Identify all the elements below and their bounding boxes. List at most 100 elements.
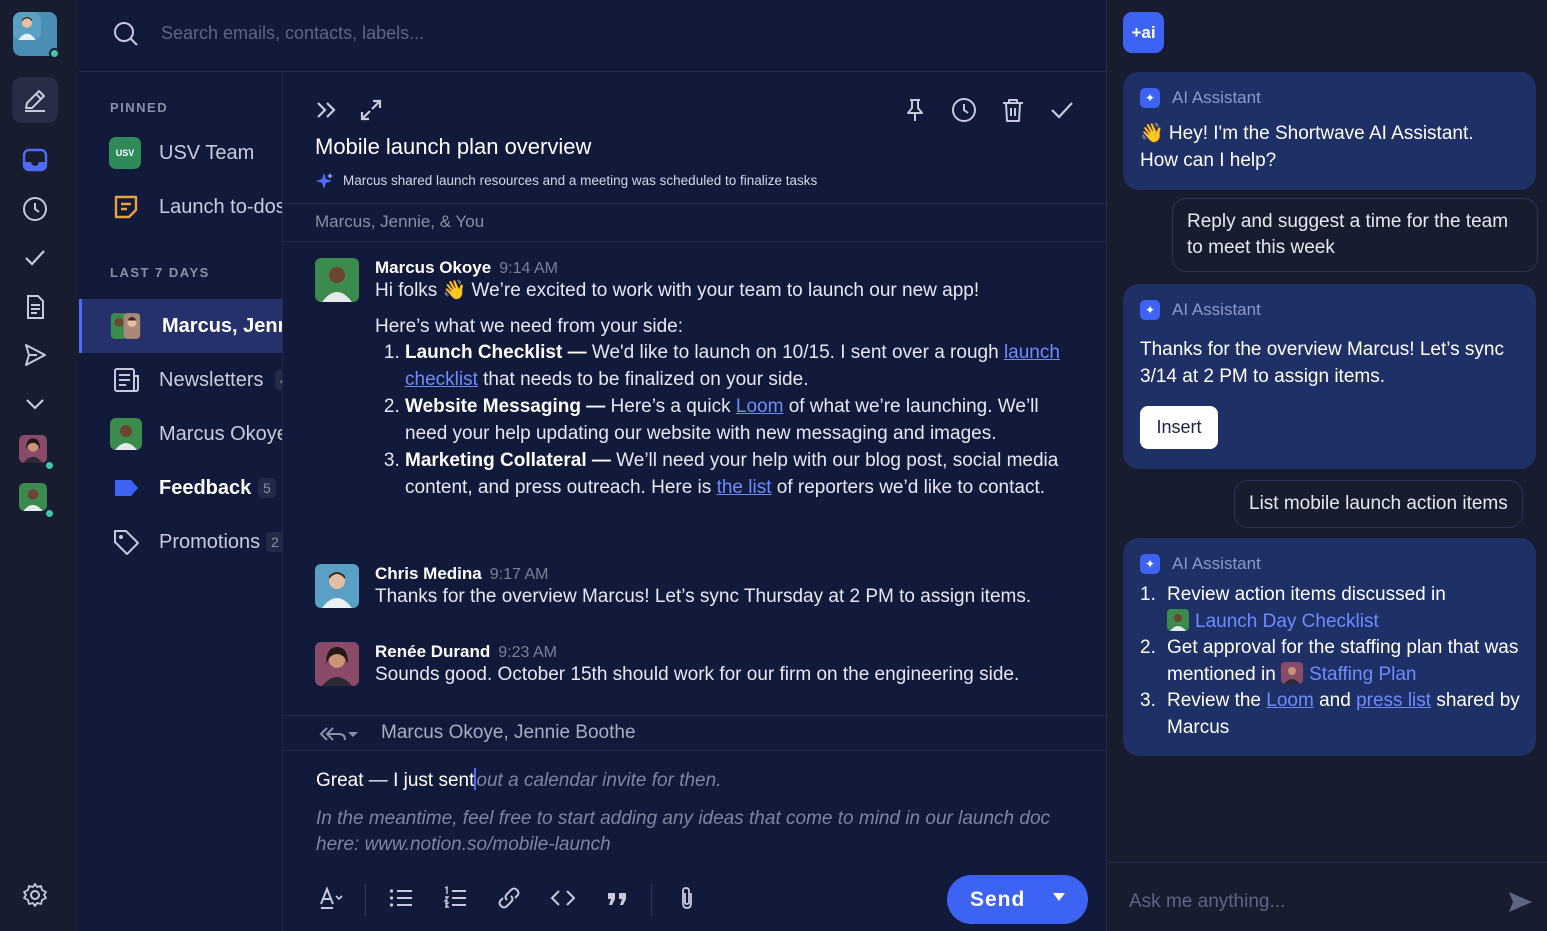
- send-arrow-icon[interactable]: [1505, 887, 1535, 917]
- sidebar-item-feedback[interactable]: Feedback 5: [79, 461, 282, 515]
- sidebar-item-newsletters[interactable]: Newsletters 4: [79, 353, 282, 407]
- send-options-icon[interactable]: [1053, 893, 1065, 901]
- numbered-list-icon: [443, 885, 466, 908]
- press-list-link[interactable]: press list: [1356, 690, 1431, 711]
- mark-done-icon[interactable]: [1048, 96, 1076, 124]
- collapse-icon[interactable]: [313, 96, 341, 124]
- item-title: Marketing Collateral —: [405, 450, 611, 471]
- list-item: 2. Get approval for the staffing plan th…: [1140, 635, 1520, 688]
- list-item: 1. Review action items discussed in Laun…: [1140, 582, 1520, 635]
- item-text: that needs to be finalized on your side.: [483, 368, 809, 390]
- sidebar-item-label: Marcus, Jennie: [162, 314, 282, 337]
- snooze-clock-icon[interactable]: [950, 96, 978, 124]
- thread-avatar: [1281, 661, 1304, 684]
- item-text: We'd like to launch on 10/15. I sent ove…: [591, 342, 999, 363]
- sender-name: Chris Medina: [375, 564, 482, 583]
- ai-sparkle-icon: ✦: [1140, 554, 1160, 574]
- inbox-nav[interactable]: [12, 137, 58, 183]
- code-icon: [550, 890, 576, 906]
- contact-avatar-marcus[interactable]: [19, 483, 55, 519]
- compose-button[interactable]: [12, 77, 58, 123]
- loom-link[interactable]: Loom: [1266, 690, 1314, 711]
- code-button[interactable]: [545, 880, 581, 916]
- divider: [283, 203, 1106, 204]
- sidebar-item-label: Newsletters: [159, 368, 264, 391]
- clock-icon: [23, 197, 47, 221]
- sent-nav[interactable]: [12, 332, 58, 378]
- message-greeting: Hi folks 👋 We’re excited to work with yo…: [375, 280, 980, 301]
- ai-assistant-panel: +ai ✦ AI Assistant 👋 Hey! I'm the Shortwa…: [1106, 0, 1547, 931]
- item-text: of reporters we’d like to contact.: [776, 476, 1046, 498]
- avatar: [315, 642, 359, 686]
- snoozed-nav[interactable]: [12, 186, 58, 232]
- pin-icon[interactable]: [901, 96, 929, 124]
- assistant-name: AI Assistant: [1172, 300, 1261, 319]
- contact-avatar-renee[interactable]: [19, 435, 55, 471]
- more-nav[interactable]: [12, 381, 58, 427]
- quote-button[interactable]: [599, 880, 635, 916]
- avatar-image: [19, 483, 47, 511]
- sparkle-icon: [316, 173, 333, 189]
- presence-dot: [49, 48, 60, 59]
- typed-text: Great — I just sent: [316, 770, 475, 791]
- toolbar-divider: [651, 884, 652, 916]
- item-title: Website Messaging —: [405, 396, 606, 417]
- sender-name: Renée Durand: [375, 642, 491, 661]
- sidebar-item-promotions[interactable]: Promotions 2: [79, 515, 282, 569]
- text-style-button[interactable]: [313, 880, 349, 916]
- tag-icon: [109, 526, 142, 559]
- staffing-plan-link[interactable]: Staffing Plan: [1309, 664, 1416, 685]
- numbered-list-button[interactable]: [437, 880, 473, 916]
- loom-link[interactable]: Loom: [736, 396, 784, 417]
- pencil-icon: [25, 90, 45, 112]
- launch-day-checklist-link[interactable]: Launch Day Checklist: [1195, 611, 1379, 632]
- done-nav[interactable]: [12, 235, 58, 281]
- expand-icon[interactable]: [357, 96, 385, 124]
- send-button[interactable]: Send: [947, 875, 1088, 924]
- insert-button[interactable]: Insert: [1140, 406, 1218, 449]
- ask-input[interactable]: [1129, 887, 1489, 917]
- link-button[interactable]: [491, 880, 527, 916]
- usv-team-avatar: USV: [109, 137, 141, 169]
- item-text: and: [1319, 690, 1351, 711]
- thread-view: Mobile launch plan overview Marcus share…: [283, 72, 1106, 931]
- trash-icon[interactable]: [999, 96, 1027, 124]
- settings-button[interactable]: [12, 872, 58, 918]
- message-intro: Here’s what we need from your side:: [375, 316, 684, 337]
- reply-recipients-bar[interactable]: Marcus Okoye, Jennie Boothe: [283, 715, 1106, 751]
- sidebar-item-launch-todos[interactable]: Launch to-dos: [79, 180, 282, 234]
- sidebar-item-marcus-okoye[interactable]: Marcus Okoye: [79, 407, 283, 461]
- reply-all-icon[interactable]: [317, 722, 359, 746]
- search-input[interactable]: [161, 18, 861, 48]
- check-icon: [25, 250, 45, 266]
- search-icon: [114, 22, 138, 46]
- drafts-nav[interactable]: [12, 284, 58, 330]
- sidebar-item-marcus-jennie[interactable]: Marcus, Jennie: [79, 299, 282, 353]
- ai-message: ✦ AI Assistant 1. Review action items dis…: [1123, 538, 1536, 756]
- compose-body[interactable]: Great — I just sent out a calendar invite…: [316, 768, 1076, 858]
- document-icon: [27, 295, 44, 319]
- sidebar-item-usv-team[interactable]: USV USV Team: [79, 126, 282, 180]
- item-title: Launch Checklist —: [405, 342, 587, 363]
- action-items-list: 1. Review action items discussed in Laun…: [1140, 582, 1520, 741]
- reporter-list-link[interactable]: the list: [717, 477, 772, 498]
- sidebar-item-label: USV Team: [159, 141, 255, 164]
- search-bar: [79, 0, 1106, 72]
- sidebar-item-label: Marcus Okoye: [159, 422, 283, 445]
- bullet-list-button[interactable]: [383, 880, 419, 916]
- item-text: Review action items discussed in: [1167, 584, 1446, 605]
- thread-summary: Marcus shared launch resources and a mee…: [343, 173, 818, 188]
- request-list: Launch Checklist — We'd like to launch o…: [405, 340, 1085, 501]
- user-avatar[interactable]: [13, 12, 60, 59]
- list-item: Website Messaging — Here’s a quick Loom …: [405, 394, 1085, 447]
- presence-dot: [44, 460, 55, 471]
- assistant-name: AI Assistant: [1172, 554, 1261, 573]
- thread-avatar: [1167, 608, 1189, 631]
- last-7-days-heading: LAST 7 DAYS: [110, 265, 210, 280]
- sender-name: Marcus Okoye: [375, 258, 492, 277]
- send-icon: [25, 344, 46, 366]
- user-message: List mobile launch action items: [1234, 480, 1523, 528]
- list-item: Launch Checklist — We'd like to launch o…: [405, 340, 1085, 393]
- attach-button[interactable]: [669, 880, 705, 916]
- link-icon: [498, 887, 520, 909]
